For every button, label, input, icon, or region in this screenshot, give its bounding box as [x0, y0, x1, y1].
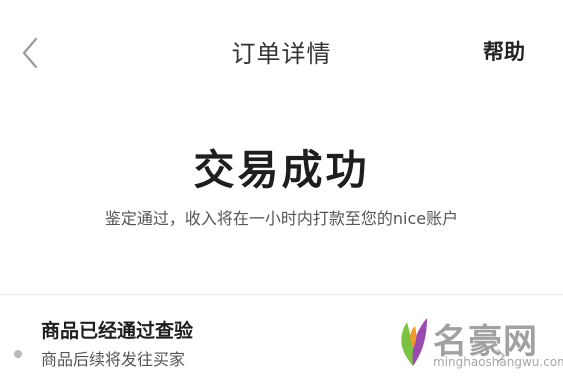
help-button[interactable]: 帮助 — [483, 36, 525, 66]
page-title: 订单详情 — [231, 40, 332, 68]
order-status-title: 交易成功 — [193, 146, 370, 194]
leaf-logo-icon — [401, 318, 427, 366]
navigation-bar: 订单详情 帮助 — [0, 0, 563, 100]
watermark-url: minghaoshangwu.com — [433, 355, 563, 369]
timeline-dot-icon — [14, 350, 22, 358]
divider — [0, 294, 563, 295]
watermark: 名豪网 minghaoshangwu.com — [393, 306, 563, 374]
progress-step-title: 商品已经通过查验 — [41, 320, 194, 342]
progress-step-subtitle: 商品后续将发往买家 — [41, 350, 186, 369]
order-status-description: 鉴定通过，收入将在一小时内打款至您的nice账户 — [104, 209, 459, 228]
